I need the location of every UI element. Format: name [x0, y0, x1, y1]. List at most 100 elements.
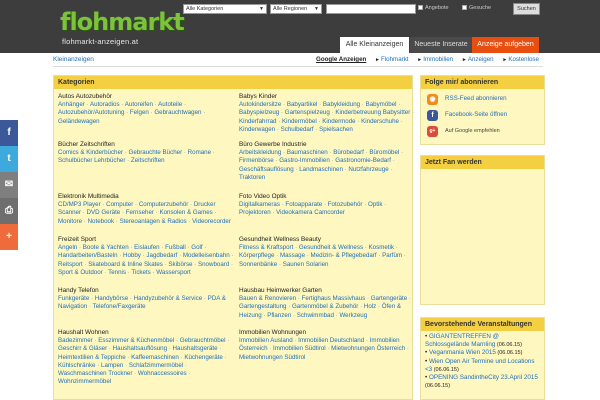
subcategory-link[interactable]: Parfüm: [382, 252, 402, 259]
subcategory-link[interactable]: Haushaltsgeräte: [173, 345, 218, 352]
subcategory-link[interactable]: Gebrauchte Bücher: [129, 149, 183, 156]
subcategory-link[interactable]: Gebrauchtmöbel: [180, 337, 226, 344]
subcategory-link[interactable]: Lampen: [101, 362, 123, 369]
subcategory-link[interactable]: Fernseher: [126, 209, 154, 216]
subcategory-link[interactable]: Mietwohnungen Österreich: [331, 345, 405, 352]
subcategory-link[interactable]: Bürobedarf: [333, 149, 364, 156]
subcategory-link[interactable]: Kosmetik: [369, 244, 394, 251]
subcategory-link[interactable]: Kindermode: [322, 118, 355, 125]
subcategory-link[interactable]: Fitness & Kraftsport: [239, 244, 293, 251]
subcategory-link[interactable]: Autoteile: [158, 101, 182, 108]
subcategory-link[interactable]: Wohnzimmermöbel: [58, 378, 111, 385]
subcategory-link[interactable]: Gastro-Immobilien: [279, 157, 330, 164]
category-title[interactable]: Bücher Zeitschriften: [58, 141, 236, 149]
flohmarkt-link[interactable]: Flohmarkt: [381, 56, 409, 63]
follow-item[interactable]: f Facebook-Seite öffnen: [421, 107, 544, 123]
subcategory-link[interactable]: Esszimmer & Küchenmöbel: [98, 337, 174, 344]
twitter-icon[interactable]: t: [0, 146, 18, 172]
subcategory-link[interactable]: Schwimmbad: [297, 312, 334, 319]
category-title[interactable]: Foto Video Optik: [239, 193, 417, 201]
wanted-checkbox[interactable]: Gesuche: [462, 5, 491, 11]
subcategory-link[interactable]: Baumaschinen: [287, 149, 328, 156]
subcategory-link[interactable]: Kinderschuhe: [361, 118, 399, 125]
subcategory-link[interactable]: Tennis: [108, 269, 126, 276]
tab-newest-ads[interactable]: Neueste Inserate: [410, 37, 472, 53]
subcategory-link[interactable]: Nutzfahrzeuge: [348, 166, 388, 173]
subcategory-link[interactable]: Felgen: [130, 109, 149, 116]
subcategory-link[interactable]: Fertighaus Massivhaus: [302, 295, 366, 302]
subcategory-link[interactable]: Zeitschriften: [131, 157, 165, 164]
subcategory-link[interactable]: Heimtextilien & Teppiche: [58, 354, 126, 361]
immobilien-link[interactable]: Immobilien: [423, 56, 453, 63]
subcategory-link[interactable]: Golf: [191, 244, 202, 251]
category-title[interactable]: Elektronik Multimedia: [58, 193, 236, 201]
subcategory-link[interactable]: Traktoren: [239, 174, 265, 181]
subcategory-link[interactable]: Wohnaccessoires: [138, 370, 187, 377]
subcategory-link[interactable]: Pflanzen: [267, 312, 291, 319]
subcategory-link[interactable]: Konsolen & Games: [159, 209, 212, 216]
subcategory-link[interactable]: Notebook: [88, 218, 115, 225]
subcategory-link[interactable]: Holz: [364, 303, 376, 310]
subcategory-link[interactable]: Gebrauchtwagen: [154, 109, 201, 116]
anzeigen-link[interactable]: Anzeigen: [468, 56, 494, 63]
subcategory-link[interactable]: Kinderwagen: [239, 126, 275, 133]
subcategory-link[interactable]: Stereoanlagen & Radios: [120, 218, 187, 225]
subcategory-link[interactable]: Bauen & Renovieren: [239, 295, 296, 302]
subcategory-link[interactable]: Monitore: [58, 218, 82, 225]
subcategory-link[interactable]: Videorecorder: [192, 218, 231, 225]
subcategory-link[interactable]: Handarbeiten/Basteln: [58, 252, 118, 259]
follow-item[interactable]: g+ Auf Google empfehlen: [421, 123, 544, 139]
subcategory-link[interactable]: Autoradios: [90, 101, 120, 108]
subcategory-link[interactable]: Fotoapparate: [285, 201, 322, 208]
kostenlose-link[interactable]: Kostenlose: [508, 56, 539, 63]
follow-link[interactable]: Facebook-Seite öffnen: [445, 111, 507, 118]
subcategory-link[interactable]: Körperpflege: [239, 252, 274, 259]
subcategory-link[interactable]: Kaffeemaschinen: [131, 354, 179, 361]
subcategory-link[interactable]: Gartenmöbel & Zubehör: [292, 303, 358, 310]
subcategory-link[interactable]: Büromöbel: [369, 149, 399, 156]
subcategory-link[interactable]: Autozubehör/Autotuning: [58, 109, 124, 116]
subcategory-link[interactable]: Babyartikel: [287, 101, 318, 108]
subcategory-link[interactable]: Fußball: [165, 244, 186, 251]
subcategory-link[interactable]: Projektoren: [239, 209, 271, 216]
subcategory-link[interactable]: Handyzubehör & Service: [134, 295, 202, 302]
breadcrumb[interactable]: Kleinanzeigen: [53, 56, 94, 63]
subcategory-link[interactable]: Schulbücher Lehrbücher: [58, 157, 125, 164]
subcategory-link[interactable]: Immobilien Ausland: [239, 337, 293, 344]
subcategory-link[interactable]: Badezimmer: [58, 337, 93, 344]
subcategory-link[interactable]: Babykleidung: [323, 101, 360, 108]
subcategory-link[interactable]: Autokindersitze: [239, 101, 281, 108]
site-logo[interactable]: flohmarkt flohmarkt-anzeigen.at: [60, 8, 185, 46]
subcategory-link[interactable]: Schulbedarf: [281, 126, 314, 133]
subcategory-link[interactable]: Saunen Solarien: [283, 261, 329, 268]
subcategory-link[interactable]: Fotozubehör: [328, 201, 363, 208]
subcategory-link[interactable]: Werkzeug: [339, 312, 367, 319]
subcategory-link[interactable]: Immobilien Südtirol: [273, 345, 326, 352]
subcategory-link[interactable]: Telefone/Faxgeräte: [93, 303, 146, 310]
facebook-icon[interactable]: f: [0, 120, 18, 146]
subcategory-link[interactable]: Skateboard & Inline Skates: [88, 261, 163, 268]
subcategory-link[interactable]: Firmenbörse: [239, 157, 274, 164]
subcategory-link[interactable]: Babyspielzeug: [239, 109, 279, 116]
category-title[interactable]: Immobilien Wohnungen: [239, 329, 417, 337]
subcategory-link[interactable]: Autoreifen: [125, 101, 153, 108]
subcategory-link[interactable]: Romane: [188, 149, 211, 156]
subcategory-link[interactable]: Kindermöbel: [282, 118, 317, 125]
search-button[interactable]: Suchen: [513, 3, 540, 15]
category-title[interactable]: Freizeit Sport: [58, 236, 236, 244]
subcategory-link[interactable]: Babymöbel: [366, 101, 397, 108]
subcategory-link[interactable]: Massage: [280, 252, 305, 259]
region-select[interactable]: Alle Regionen ▼: [270, 4, 322, 14]
print-icon[interactable]: ⎙: [0, 198, 18, 224]
follow-item[interactable]: ◉ RSS-Feed abonnieren: [421, 91, 544, 107]
event-link[interactable]: Veganmania Wien 2015: [429, 349, 496, 356]
subcategory-link[interactable]: Videokamera Camcorder: [276, 209, 345, 216]
subcategory-link[interactable]: Arbeitskleidung: [239, 149, 281, 156]
subcategory-link[interactable]: CD/MP3 Player: [58, 201, 101, 208]
subcategory-link[interactable]: Skibörse: [168, 261, 192, 268]
subcategory-link[interactable]: Comics & Kinderbücher: [58, 149, 123, 156]
subcategory-link[interactable]: Snowboard: [198, 261, 229, 268]
offers-checkbox[interactable]: Angebote: [418, 5, 449, 11]
event-link[interactable]: OPENING SandintheCity 23.April 2015: [429, 374, 538, 381]
subcategory-link[interactable]: Optik: [368, 201, 382, 208]
